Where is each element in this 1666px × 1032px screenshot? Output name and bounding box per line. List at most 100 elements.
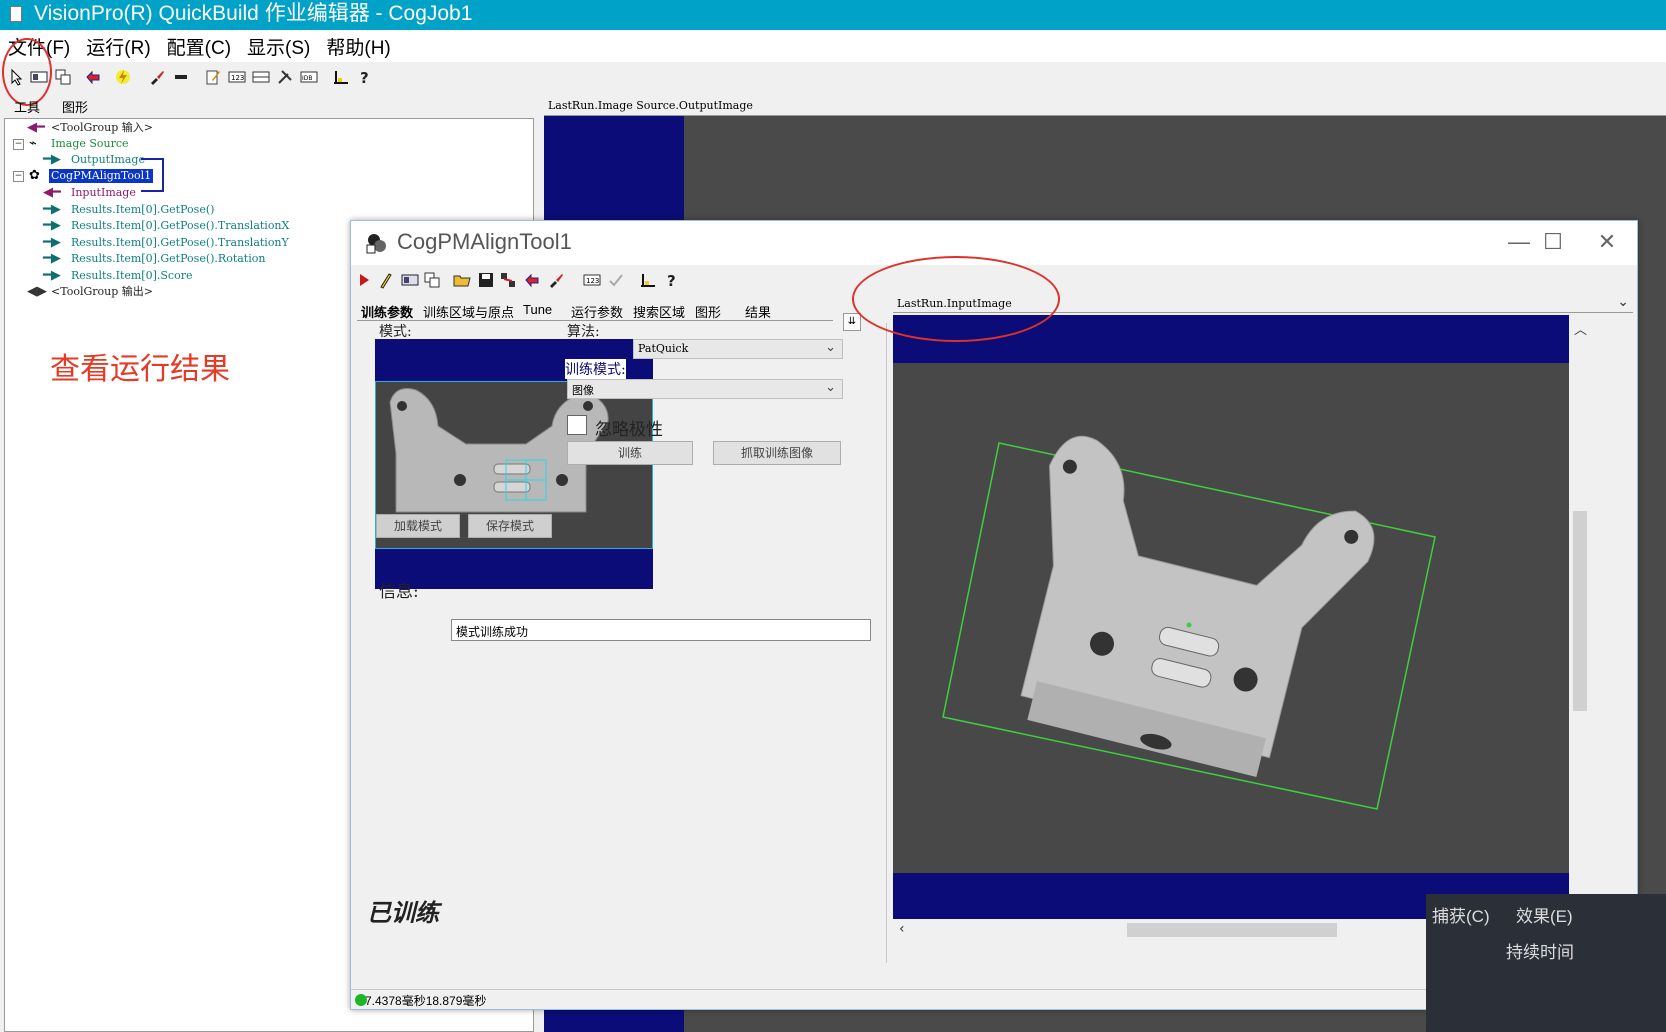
- main-view-header: LastRun.Image Source.OutputImage: [544, 96, 1666, 116]
- lightning-icon[interactable]: [114, 68, 132, 86]
- arrow-right-icon: ━▶: [43, 251, 61, 266]
- reset-icon[interactable]: [84, 68, 102, 86]
- menu-run[interactable]: 运行(R): [78, 30, 158, 62]
- menu-config[interactable]: 配置(C): [159, 30, 239, 62]
- edit-icon[interactable]: [204, 68, 222, 86]
- menu-help[interactable]: 帮助(H): [318, 30, 398, 62]
- reset-icon[interactable]: [523, 271, 541, 289]
- capture-menu[interactable]: 捕获(C): [1432, 902, 1490, 927]
- tab-tools[interactable]: 工具: [10, 97, 44, 116]
- copy-icon[interactable]: [423, 271, 441, 289]
- app-icon: [10, 6, 22, 22]
- scroll-thumb[interactable]: [1573, 511, 1587, 711]
- scroll-up-icon[interactable]: ︿: [1574, 319, 1587, 338]
- tab-graphics[interactable]: 图形: [695, 302, 721, 321]
- minimize-icon[interactable]: —: [1501, 227, 1537, 257]
- network-icon[interactable]: [499, 271, 517, 289]
- load-pattern-button[interactable]: 加载模式: [376, 514, 460, 538]
- tab-graphics[interactable]: 图形: [58, 97, 92, 116]
- chevron-down-icon: ⌄: [825, 380, 836, 395]
- svg-text:?: ?: [667, 272, 676, 289]
- trained-status: 已训练: [367, 900, 439, 927]
- menu-display[interactable]: 显示(S): [239, 30, 318, 62]
- tree-output-group[interactable]: <ToolGroup 输出>: [51, 285, 153, 299]
- counter-icon[interactable]: 123: [583, 271, 601, 289]
- tab-run-params[interactable]: 运行参数: [571, 302, 623, 321]
- run-icon[interactable]: [355, 271, 373, 289]
- image-file-icon[interactable]: IDB: [300, 68, 318, 86]
- train-mode-value: 图像: [572, 384, 594, 397]
- mode-label: 模式:: [379, 324, 412, 340]
- algorithm-combo[interactable]: PatQuick ⌄: [633, 339, 843, 359]
- collapse-icon[interactable]: −: [13, 171, 24, 182]
- tree-input-image[interactable]: InputImage: [71, 186, 136, 200]
- dash-icon[interactable]: [172, 68, 190, 86]
- train-mode-label: 训练模式:: [565, 359, 626, 379]
- scroll-left-icon[interactable]: ‹: [899, 921, 905, 937]
- tree-image-source[interactable]: Image Source: [51, 137, 129, 151]
- save-pattern-button[interactable]: 保存模式: [468, 514, 552, 538]
- pen-icon[interactable]: [377, 271, 395, 289]
- tree-result-item[interactable]: Results.Item[0].GetPose().Rotation: [71, 252, 265, 266]
- chevron-down-icon: ⌄: [825, 340, 836, 355]
- arrow-right-icon: ━▶: [43, 202, 61, 217]
- table-icon[interactable]: [252, 68, 270, 86]
- grab-train-image-button[interactable]: 抓取训练图像: [713, 441, 841, 465]
- tree-input-group[interactable]: <ToolGroup 输入>: [51, 121, 153, 135]
- info-value: 模式训练成功: [456, 625, 529, 639]
- expand-down-icon[interactable]: ⇊: [843, 313, 861, 331]
- tree-result-item[interactable]: Results.Item[0].GetPose().TranslationY: [71, 236, 289, 250]
- input-image: [893, 363, 1569, 873]
- algorithm-label: 算法:: [567, 324, 600, 340]
- menu-bar: 文件(F) 运行(R) 配置(C) 显示(S) 帮助(H): [0, 30, 1666, 62]
- dialog-title: CogPMAlignTool1: [397, 229, 572, 254]
- vertical-scrollbar[interactable]: ︿: [1569, 315, 1591, 919]
- dialog-tabs: 训练参数 训练区域与原点 Tune 运行参数 搜索区域 图形 结果: [357, 299, 833, 321]
- save-icon[interactable]: [477, 271, 495, 289]
- tab-train-region[interactable]: 训练区域与原点: [423, 302, 514, 321]
- check-icon[interactable]: [607, 271, 625, 289]
- svg-text:IDB: IDB: [302, 75, 313, 82]
- tree-pmalign-tool[interactable]: CogPMAlignTool1: [49, 169, 154, 183]
- measure-icon[interactable]: [332, 68, 350, 86]
- tool-display-icon[interactable]: [401, 271, 419, 289]
- close-icon[interactable]: ✕: [1589, 227, 1625, 257]
- input-image-view[interactable]: [893, 315, 1569, 919]
- tree-result-item[interactable]: Results.Item[0].GetPose(): [71, 203, 214, 217]
- output-arrow-icon: ◀▶: [27, 284, 47, 299]
- info-field: 模式训练成功: [451, 619, 871, 641]
- collapse-icon[interactable]: −: [13, 139, 24, 150]
- tree-output-image[interactable]: OutputImage: [71, 153, 145, 167]
- algorithm-value: PatQuick: [638, 342, 689, 355]
- ignore-polarity-checkbox[interactable]: [567, 415, 587, 435]
- scroll-thumb[interactable]: [1127, 923, 1337, 937]
- pmalign-icon: [366, 234, 386, 254]
- tab-tune[interactable]: Tune: [523, 302, 552, 317]
- main-window-title: VisionPro(R) QuickBuild 作业编辑器 - CogJob1: [34, 2, 473, 25]
- open-folder-icon[interactable]: [453, 271, 471, 289]
- tree-result-item[interactable]: Results.Item[0].Score: [71, 269, 192, 283]
- arrow-left-icon: ◀━: [27, 120, 45, 135]
- tools-icon[interactable]: [276, 68, 294, 86]
- help-icon[interactable]: ?: [663, 271, 681, 290]
- svg-text:?: ?: [360, 69, 369, 86]
- link-connector: [141, 158, 164, 192]
- train-button[interactable]: 训练: [567, 441, 693, 465]
- ignore-polarity-label: 忽略极性: [595, 420, 663, 440]
- copy-icon[interactable]: [54, 68, 72, 86]
- tab-train-params[interactable]: 训练参数: [361, 302, 413, 321]
- chevron-down-icon[interactable]: ⌄: [1617, 294, 1629, 310]
- help-icon[interactable]: ?: [356, 68, 374, 86]
- train-mode-combo[interactable]: 图像 ⌄: [567, 379, 843, 399]
- measure-icon[interactable]: [639, 271, 657, 289]
- counter-icon[interactable]: 123: [228, 68, 246, 86]
- brush-icon[interactable]: [547, 271, 565, 289]
- tree-result-item[interactable]: Results.Item[0].GetPose().TranslationX: [71, 219, 289, 233]
- tab-results[interactable]: 结果: [745, 302, 771, 321]
- tab-search-region[interactable]: 搜索区域: [633, 302, 685, 321]
- maximize-icon[interactable]: ☐: [1535, 227, 1571, 257]
- annotation-circle-view: [852, 256, 1060, 342]
- effect-menu[interactable]: 效果(E): [1516, 902, 1573, 927]
- brush-icon[interactable]: [148, 68, 166, 86]
